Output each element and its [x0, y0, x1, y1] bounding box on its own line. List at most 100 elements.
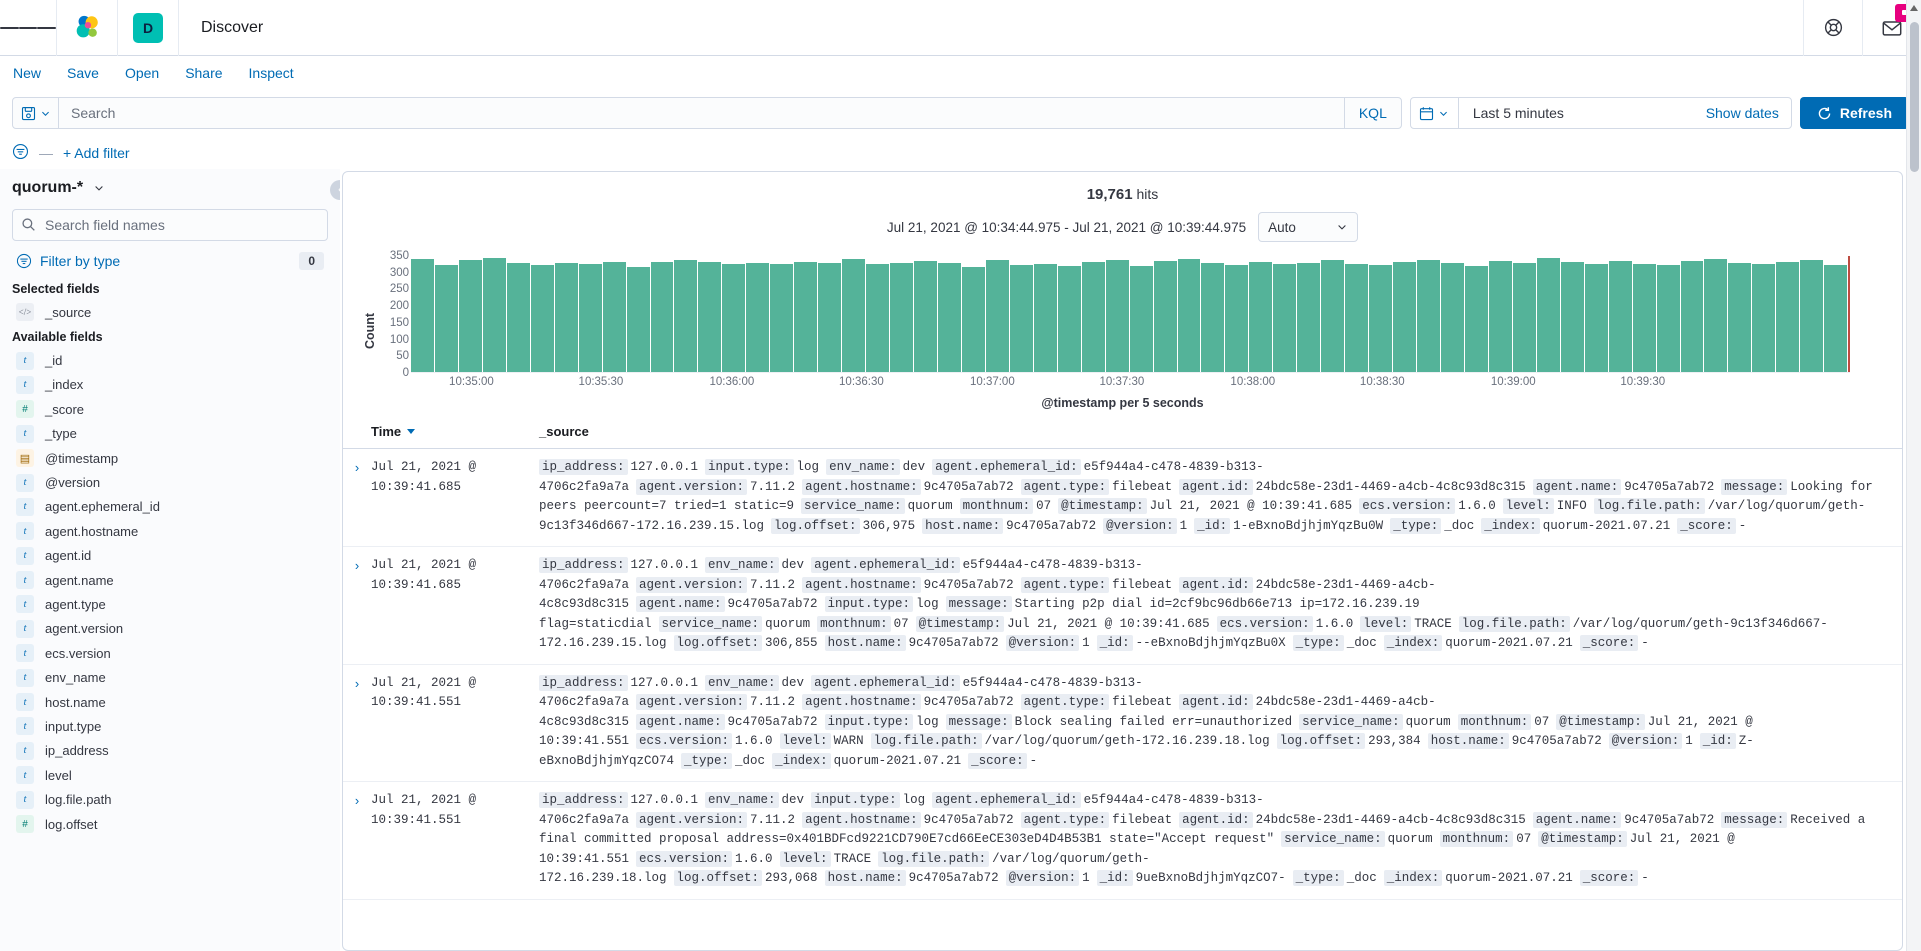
chart-bar[interactable] [555, 263, 578, 372]
scroll-up-arrow-icon[interactable] [1910, 5, 1918, 11]
expand-row-button[interactable]: › [343, 458, 371, 536]
field-item-agent-id[interactable]: tagent.id [12, 544, 328, 568]
chart-bar[interactable] [1058, 266, 1081, 372]
add-filter-button[interactable]: + Add filter [63, 145, 130, 161]
chart-bar[interactable] [794, 262, 817, 372]
filter-options-icon[interactable] [12, 143, 29, 163]
menu-item-share[interactable]: Share [185, 65, 222, 81]
field-item--source[interactable]: </>_source [12, 300, 328, 324]
field-item--id[interactable]: t_id [12, 348, 328, 372]
chart-bar[interactable] [1633, 264, 1656, 372]
chart-bar[interactable] [1441, 263, 1464, 372]
field-item--index[interactable]: t_index [12, 373, 328, 397]
chart-bar[interactable] [938, 263, 961, 372]
chart-bar[interactable] [603, 262, 626, 372]
saved-query-button[interactable] [13, 98, 59, 128]
chart-bar[interactable] [1513, 263, 1536, 372]
field-item-agent-type[interactable]: tagent.type [12, 592, 328, 616]
field-item--score[interactable]: #_score [12, 397, 328, 421]
field-item-host-name[interactable]: thost.name [12, 690, 328, 714]
chart-bar[interactable] [1273, 264, 1296, 372]
chart-bar[interactable] [507, 263, 530, 372]
chart-bar[interactable] [1225, 265, 1248, 372]
chart-bar[interactable] [1537, 258, 1560, 372]
chart-bar[interactable] [1704, 259, 1727, 372]
collapse-sidebar-button[interactable]: ‹ [330, 180, 340, 200]
search-input[interactable] [59, 98, 1344, 128]
chart-bar[interactable] [722, 264, 745, 372]
chart-bar[interactable] [1369, 265, 1392, 372]
page-scrollbar[interactable] [1906, 0, 1921, 951]
chart-bar[interactable] [1776, 262, 1799, 372]
field-item-level[interactable]: tlevel [12, 763, 328, 787]
chart-bar[interactable] [1657, 265, 1680, 372]
field-item-ip-address[interactable]: tip_address [12, 739, 328, 763]
chart-bar[interactable] [1010, 265, 1033, 372]
chart-bar[interactable] [1034, 264, 1057, 372]
field-item-agent-name[interactable]: tagent.name [12, 568, 328, 592]
chart-bar[interactable] [1393, 262, 1416, 372]
chart-bar[interactable] [411, 259, 434, 372]
field-item-input-type[interactable]: tinput.type [12, 714, 328, 738]
chart-bar[interactable] [914, 261, 937, 372]
chart-bar[interactable] [1585, 264, 1608, 372]
field-item--timestamp[interactable]: ▤@timestamp [12, 446, 328, 470]
chart-bar[interactable] [818, 263, 841, 372]
field-item-log-file-path[interactable]: tlog.file.path [12, 787, 328, 811]
filter-by-type-button[interactable]: Filter by type 0 [12, 241, 328, 276]
chart-bar[interactable] [698, 262, 721, 372]
chart-bar[interactable] [986, 260, 1009, 372]
table-row[interactable]: ›Jul 21, 2021 @ 10:39:41.551ip_address:1… [343, 782, 1902, 900]
chart-bar[interactable] [579, 264, 602, 372]
field-item-ecs-version[interactable]: tecs.version [12, 641, 328, 665]
expand-row-button[interactable]: › [343, 674, 371, 772]
chart-bar[interactable] [842, 259, 865, 372]
chart-bar[interactable] [1609, 261, 1632, 372]
interval-select[interactable]: Auto [1258, 212, 1358, 242]
chart-bar[interactable] [651, 262, 674, 372]
chart-bar[interactable] [1201, 263, 1224, 372]
calendar-icon-button[interactable] [1411, 98, 1459, 128]
chart-bar[interactable] [1249, 262, 1272, 372]
field-item--type[interactable]: t_type [12, 422, 328, 446]
show-dates-button[interactable]: Show dates [1694, 98, 1791, 128]
chart-bar[interactable] [1082, 262, 1105, 372]
field-item-agent-version[interactable]: tagent.version [12, 617, 328, 641]
chart-bar[interactable] [674, 260, 697, 372]
chart-bar[interactable] [531, 265, 554, 372]
field-item-agent-hostname[interactable]: tagent.hostname [12, 519, 328, 543]
table-row[interactable]: ›Jul 21, 2021 @ 10:39:41.685ip_address:1… [343, 449, 1902, 547]
menu-item-open[interactable]: Open [125, 65, 159, 81]
menu-item-new[interactable]: New [13, 65, 41, 81]
app-badge-wrapper[interactable]: D [118, 13, 178, 43]
field-item-agent-ephemeral-id[interactable]: tagent.ephemeral_id [12, 495, 328, 519]
chart-bar[interactable] [1154, 261, 1177, 372]
time-column-header[interactable]: Time [371, 424, 539, 439]
chart-bar[interactable] [435, 265, 458, 372]
chart-bar[interactable] [1681, 261, 1704, 372]
chart-bar[interactable] [459, 260, 482, 372]
query-language-button[interactable]: KQL [1344, 98, 1401, 128]
chart-bar[interactable] [1728, 263, 1751, 372]
elastic-logo-icon[interactable] [57, 13, 117, 43]
menu-item-save[interactable]: Save [67, 65, 99, 81]
scrollbar-thumb[interactable] [1910, 22, 1919, 172]
chart-bar[interactable] [1800, 260, 1823, 372]
hamburger-menu-icon[interactable] [0, 0, 56, 56]
chart-bar[interactable] [866, 264, 889, 372]
field-search-input[interactable] [12, 209, 328, 241]
chart-bar[interactable] [1130, 266, 1153, 372]
expand-row-button[interactable]: › [343, 791, 371, 889]
chart-bar[interactable] [1178, 259, 1201, 372]
chart-bar[interactable] [1321, 260, 1344, 372]
chart-bar[interactable] [1752, 264, 1775, 372]
index-pattern-selector[interactable]: quorum-* [12, 169, 328, 207]
chart-bar[interactable] [1345, 264, 1368, 372]
help-lifebuoy-icon[interactable] [1804, 0, 1862, 56]
chart-bar[interactable] [746, 263, 769, 372]
chart-bar[interactable] [1297, 263, 1320, 372]
chart-bar[interactable] [627, 267, 650, 372]
chart-bar[interactable] [890, 263, 913, 372]
chart-bar[interactable] [770, 264, 793, 372]
refresh-button[interactable]: Refresh [1800, 97, 1909, 129]
